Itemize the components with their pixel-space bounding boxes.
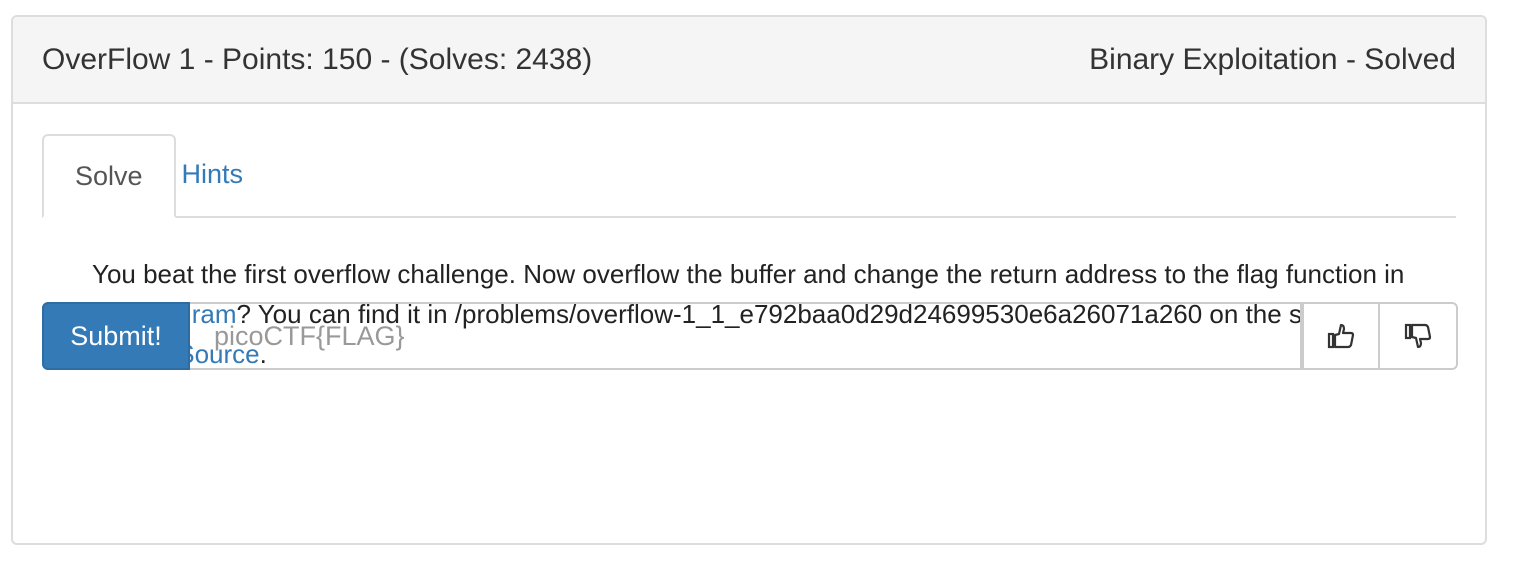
flag-submit-form: Submit! picoCTF{FLAG} <box>42 302 1458 370</box>
problem-panel: OverFlow 1 - Points: 150 - (Solves: 2438… <box>11 15 1487 545</box>
upvote-button[interactable] <box>1302 302 1380 370</box>
thumbs-up-icon <box>1327 323 1355 349</box>
submit-button[interactable]: Submit! <box>42 302 190 370</box>
panel-heading: OverFlow 1 - Points: 150 - (Solves: 2438… <box>13 17 1485 104</box>
problem-status: Binary Exploitation - Solved <box>1089 42 1456 76</box>
downvote-button[interactable] <box>1380 302 1458 370</box>
tab-solve[interactable]: Solve <box>42 134 176 218</box>
tab-hints[interactable]: Hints <box>176 132 250 216</box>
problem-title: OverFlow 1 - Points: 150 - (Solves: 2438… <box>42 42 593 76</box>
thumbs-down-icon <box>1404 323 1432 349</box>
tab-bar: Solve Hints <box>42 134 1456 218</box>
flag-input[interactable]: picoCTF{FLAG} <box>190 302 1302 370</box>
